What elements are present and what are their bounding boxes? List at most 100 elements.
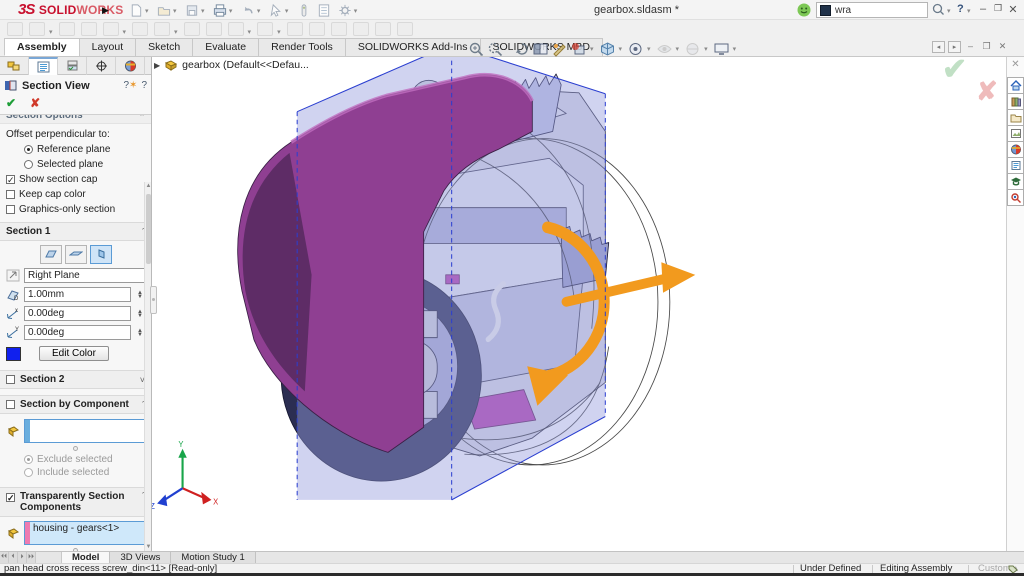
offset-distance-input[interactable]: 1.00mm [24,287,131,302]
help-button[interactable]: ? [957,3,964,15]
apply-scene-icon[interactable] [684,41,701,57]
x-rotation-input[interactable]: 0.00deg [24,306,131,321]
minimize-button[interactable]: – [976,3,990,15]
right-plane-button[interactable] [90,245,112,264]
graphics-only-section-checkbox[interactable]: Graphics-only section [0,202,151,217]
search-scope-icon[interactable] [820,5,831,16]
first-tab-button[interactable]: ⏴⏴ [0,552,9,563]
ok-button[interactable]: ✔ [6,96,16,110]
save-icon[interactable] [184,3,200,18]
help-icon[interactable]: ? [141,80,147,91]
gearbox-model: Y X Z [152,57,1006,551]
file-properties-icon[interactable] [316,3,332,18]
help-dropdown-arrow[interactable]: ▾ [967,7,971,15]
confirmation-corner-cancel[interactable]: ✘ [976,76,998,107]
doc-restore-button[interactable]: ❐ [980,41,993,53]
hide-show-items-icon[interactable] [656,41,673,57]
tab-propertymanager[interactable] [29,57,58,75]
selection-box-grip[interactable] [73,446,78,451]
doc-close-button[interactable]: ✕ [996,41,1009,53]
panel-scrollbar[interactable]: ▲ ▼ [144,182,151,551]
previous-view-icon[interactable] [513,41,530,57]
transparently-section-header[interactable]: ✓Transparently SectionComponentsˆ [0,487,151,517]
tab-displaymanager[interactable] [116,57,145,75]
selected-plane-radio[interactable]: Selected plane [0,157,151,172]
search-dropdown-arrow[interactable]: ▾ [947,7,951,15]
show-section-cap-checkbox[interactable]: ✓Show section cap [0,172,151,187]
view-settings-icon[interactable] [713,41,730,57]
restore-button[interactable]: ❐ [991,3,1005,14]
y-rotation-input[interactable]: 0.00deg [24,325,131,340]
design-library-icon[interactable] [1007,93,1024,110]
rebuild-icon[interactable] [296,3,312,18]
tab-configurationmanager[interactable] [58,57,87,75]
keep-cap-color-checkbox[interactable]: Keep cap color [0,187,151,202]
tab-assembly[interactable]: Assembly [4,38,80,56]
new-document-icon[interactable] [128,3,144,18]
options-gear-icon[interactable] [337,3,353,18]
section-by-component-header[interactable]: Section by Componentˆ [0,395,151,414]
solidworks-resources-icon[interactable] [1007,189,1024,206]
tab-layout[interactable]: Layout [79,38,137,56]
component-selection-row [0,414,151,445]
close-button[interactable]: ✕ [1006,3,1020,16]
section1-group-header[interactable]: Section 1ˆ [0,222,151,241]
graphics-area[interactable]: Y X Z [152,57,1006,551]
zoom-to-area-icon[interactable] [487,41,504,57]
section-view-icon[interactable] [532,41,549,57]
top-plane-button[interactable] [65,245,87,264]
menu-flyout-arrow[interactable]: ▶ [102,5,109,16]
section-color-swatch[interactable] [6,347,21,361]
dynamic-annotation-views-icon[interactable] [551,41,568,57]
open-icon[interactable] [156,3,172,18]
whats-new-help-icon[interactable]: ?✶ [123,80,137,91]
scrollbar-thumb[interactable] [146,194,151,264]
undo-icon[interactable] [240,3,256,18]
tab-motion-study-1[interactable]: Motion Study 1 [171,552,255,563]
last-tab-button[interactable]: ⏵⏵ [27,552,36,563]
section-options-header[interactable]: Section Optionsˆ [0,115,151,124]
tab-dimxpertmanager[interactable] [87,57,116,75]
display-style-icon[interactable] [627,41,644,57]
tab-render-tools[interactable]: Render Tools [258,38,346,56]
file-explorer-icon[interactable] [1007,109,1024,126]
search-commands-box[interactable]: wra [816,2,928,18]
zoom-to-fit-icon[interactable] [468,41,485,57]
tab-model[interactable]: Model [62,552,110,563]
tab-3d-views[interactable]: 3D Views [110,552,171,563]
prev-tab-button[interactable]: ⏴ [9,552,18,563]
search-icon[interactable] [932,3,945,16]
tab-featuremanager-tree[interactable] [0,57,29,75]
edit-color-button[interactable]: Edit Color [39,346,109,361]
home-icon[interactable] [1007,77,1024,94]
cancel-button[interactable]: ✘ [30,96,40,110]
tab-sketch[interactable]: Sketch [135,38,193,56]
plane-reference-field[interactable]: Right Plane [24,268,145,283]
confirmation-corner-ok[interactable]: ✔ [942,52,967,87]
edit-appearance-icon[interactable] [570,41,587,57]
transparent-selection-box[interactable]: housing - gears<1> [24,521,145,545]
panel-splitter-handle[interactable] [150,286,157,314]
task-pane-close-icon[interactable]: ✕ [1007,59,1024,70]
mate-icon [29,22,45,36]
component-selection-box[interactable] [24,419,145,443]
flyout-featuremanager[interactable]: ▶ gearbox (Default<<Defau... [154,59,309,71]
select-icon[interactable] [268,3,284,18]
appearances-scenes-icon[interactable] [1007,141,1024,158]
solidworks-forum-icon[interactable] [1007,173,1024,190]
print-icon[interactable] [212,3,228,18]
view-palette-icon[interactable] [1007,125,1024,142]
search-input[interactable]: wra [835,5,851,16]
next-tab-button[interactable]: ⏵ [18,552,27,563]
solidworks-id-smiley-icon[interactable] [797,3,811,17]
expand-arrow-icon[interactable]: ▶ [154,61,160,70]
view-orientation-icon[interactable] [599,41,616,57]
front-plane-button[interactable] [40,245,62,264]
custom-properties-icon[interactable] [1007,157,1024,174]
document-title: gearbox.sldasm * [594,4,679,16]
reference-plane-radio[interactable]: Reference plane [0,142,151,157]
section2-group-header[interactable]: Section 2˅ [0,370,151,389]
tab-solidworks-add-ins[interactable]: SOLIDWORKS Add-Ins [345,38,481,56]
heads-up-view-toolbar: ▾ ▾ ▾ ▾ ▾ ▾ [468,39,739,59]
tab-evaluate[interactable]: Evaluate [192,38,259,56]
